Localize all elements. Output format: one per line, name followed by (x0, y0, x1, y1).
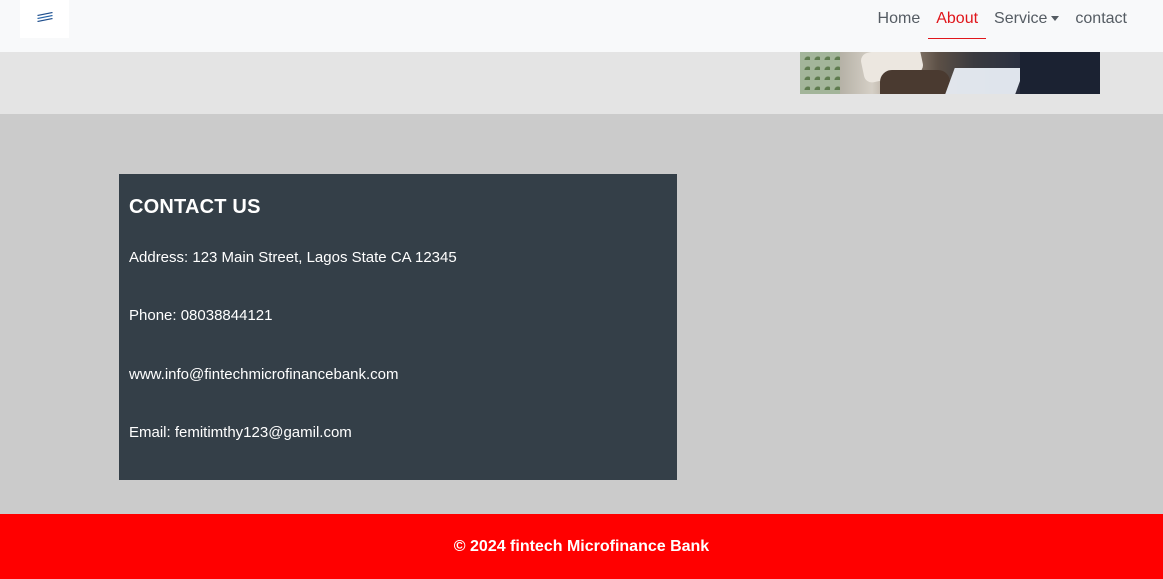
contact-title: CONTACT US (129, 196, 261, 218)
nav-home[interactable]: Home (870, 0, 929, 38)
contact-phone: Phone: 08038844121 (129, 307, 273, 324)
nav-contact[interactable]: contact (1067, 0, 1135, 38)
page: Home About Service contact CONTACT US Ad… (0, 0, 1163, 579)
brand-logo-link[interactable] (20, 0, 69, 38)
footer-copyright: © 2024 fintech Microfinance Bank (453, 537, 710, 555)
contact-website: www.info@fintechmicrofinancebank.com (129, 366, 399, 383)
nav-service-dropdown[interactable]: Service (986, 0, 1067, 38)
contact-email: Email: femitimthy123@gamil.com (129, 424, 352, 441)
navbar: Home About Service contact (0, 0, 1163, 52)
nav-service-label: Service (994, 10, 1048, 27)
nav-links: Home About Service contact (870, 0, 1135, 39)
footer: © 2024 fintech Microfinance Bank (0, 514, 1163, 579)
contact-address: Address: 123 Main Street, Lagos State CA… (129, 249, 457, 266)
caret-down-icon (1051, 15, 1060, 21)
contact-card: CONTACT US Address: 123 Main Street, Lag… (119, 174, 677, 480)
nav-about[interactable]: About (928, 0, 986, 39)
bank-logo-icon (36, 10, 54, 28)
